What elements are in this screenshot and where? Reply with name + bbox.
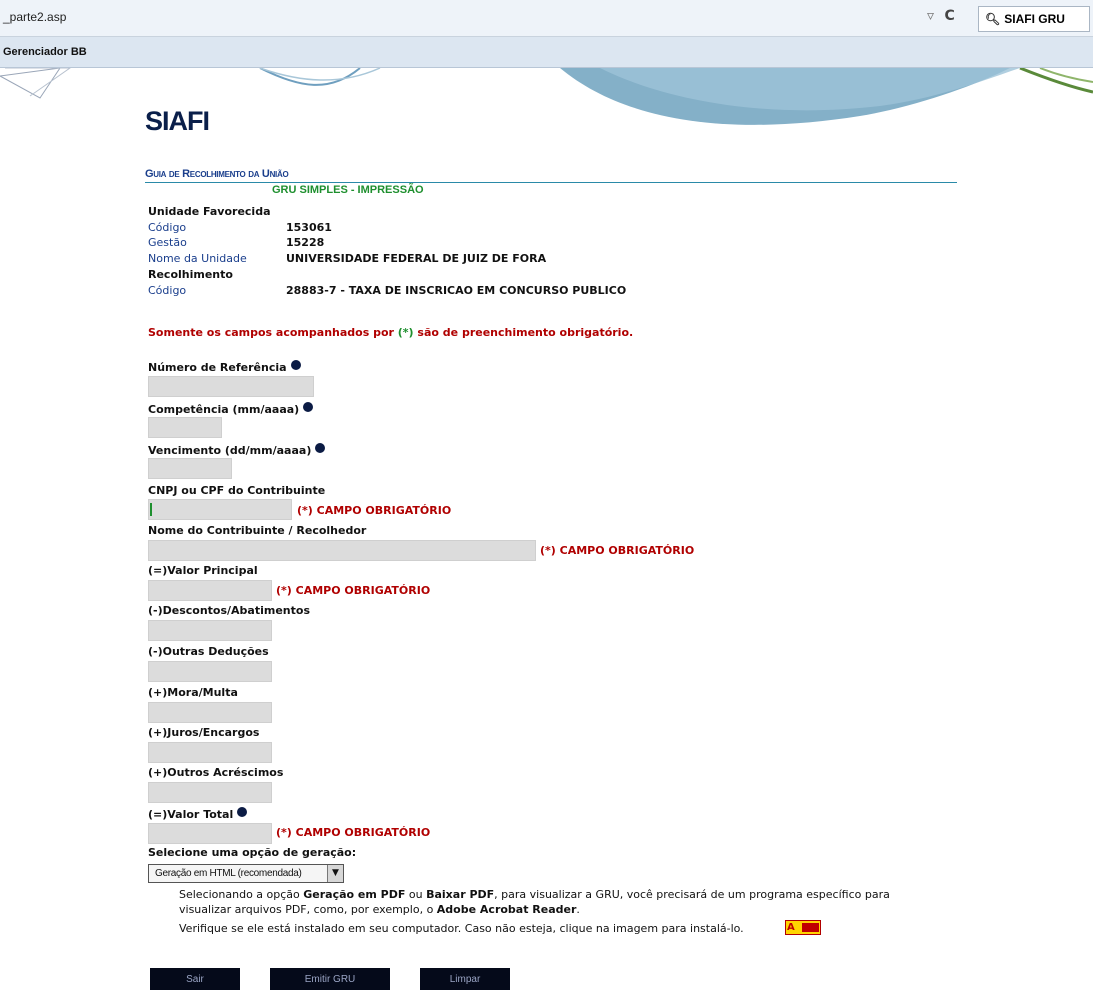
bookmarks-bar: Gerenciador BB: [0, 37, 1093, 68]
browser-search-box[interactable]: 🔍︎ SIAFI GRU: [978, 6, 1090, 32]
notice-asterisk: (*): [397, 326, 414, 339]
nome-contribuinte-label: Nome do Contribuinte / Recolhedor: [148, 524, 367, 537]
sair-button[interactable]: Sair: [150, 968, 240, 990]
gestao-value: 15228: [286, 236, 325, 249]
help-dot-icon[interactable]: [290, 360, 301, 370]
recolhimento-codigo-label: Código: [148, 284, 187, 297]
text-cursor: [150, 503, 152, 516]
dropdown-arrow-icon[interactable]: ▿: [927, 8, 934, 24]
bookmark-gerenciador-bb[interactable]: Gerenciador BB: [3, 46, 87, 58]
juros-encargos-input[interactable]: [148, 742, 272, 763]
required-marker: (*) CAMPO OBRIGATÓRIO: [540, 544, 695, 557]
geracao-label: Selecione uma opção de geração:: [148, 846, 357, 859]
info-line-1: Selecionando a opção Geração em PDF ou B…: [179, 888, 890, 901]
notice-text-before: Somente os campos acompanhados por: [148, 326, 398, 339]
vencimento-text: Vencimento (dd/mm/aaaa): [148, 444, 312, 457]
chevron-down-icon[interactable]: ▼: [327, 865, 343, 882]
descontos-label: (-)Descontos/Abatimentos: [148, 604, 311, 617]
help-dot-icon[interactable]: [315, 443, 326, 453]
numero-referencia-label: Número de Referência: [148, 360, 301, 374]
required-notice: Somente os campos acompanhados por (*) s…: [148, 326, 633, 339]
siafi-logo: SIAFI: [145, 106, 210, 136]
outros-acrescimos-input[interactable]: [148, 782, 272, 803]
competencia-text: Competência (mm/aaaa): [148, 403, 300, 416]
browser-toolbar: _parte2.asp ▿ C 🔍︎ SIAFI GRU: [0, 0, 1093, 37]
unidade-codigo-value: 153061: [286, 221, 332, 234]
unidade-heading: Unidade Favorecida: [148, 205, 271, 218]
notice-text-after: são de preenchimento obrigatório.: [413, 326, 634, 339]
vencimento-input[interactable]: [148, 458, 232, 479]
info-line-2: visualizar arquivos PDF, como, por exemp…: [179, 903, 580, 916]
descontos-input[interactable]: [148, 620, 272, 641]
search-text: SIAFI GRU: [1004, 12, 1065, 26]
required-marker: (*) CAMPO OBRIGATÓRIO: [276, 826, 431, 839]
outros-acrescimos-label: (+)Outros Acréscimos: [148, 766, 284, 779]
cnpj-cpf-input[interactable]: [148, 499, 292, 520]
adobe-reader-icon[interactable]: A: [785, 920, 821, 935]
competencia-input[interactable]: [148, 417, 222, 438]
title-divider: [145, 182, 957, 183]
help-dot-icon[interactable]: [237, 807, 248, 817]
valor-total-text: (=)Valor Total: [148, 808, 234, 821]
nome-unidade-label: Nome da Unidade: [148, 252, 247, 265]
address-bar-icons: ▿ C: [927, 8, 961, 24]
limpar-button[interactable]: Limpar: [420, 968, 510, 990]
required-marker: (*) CAMPO OBRIGATÓRIO: [297, 504, 452, 517]
page-subtitle: GRU SIMPLES - IMPRESSÃO: [272, 184, 424, 196]
outras-deducoes-input[interactable]: [148, 661, 272, 682]
required-marker: (*) CAMPO OBRIGATÓRIO: [276, 584, 431, 597]
recolhimento-codigo-value: 28883-7 - TAXA DE INSCRICAO EM CONCURSO …: [286, 284, 627, 297]
emitir-gru-button[interactable]: Emitir GRU: [270, 968, 390, 990]
juros-encargos-label: (+)Juros/Encargos: [148, 726, 260, 739]
outras-deducoes-label: (-)Outras Deduções: [148, 645, 269, 658]
geracao-selected-value: Geração em HTML (recomendada): [155, 868, 302, 879]
nome-unidade-value: UNIVERSIDADE FEDERAL DE JUIZ DE FORA: [286, 252, 547, 265]
unidade-codigo-label: Código: [148, 221, 187, 234]
address-bar[interactable]: _parte2.asp: [3, 10, 66, 24]
mora-multa-input[interactable]: [148, 702, 272, 723]
page-title: Guia de Recolhimento da União: [145, 168, 289, 180]
geracao-select[interactable]: Geração em HTML (recomendada) ▼: [148, 864, 344, 883]
info-line-3: Verifique se ele está instalado em seu c…: [179, 922, 744, 935]
valor-principal-input[interactable]: [148, 580, 272, 601]
vencimento-label: Vencimento (dd/mm/aaaa): [148, 443, 326, 457]
search-icon: 🔍︎: [985, 12, 1001, 26]
valor-principal-label: (=)Valor Principal: [148, 564, 258, 577]
numero-referencia-input[interactable]: [148, 376, 314, 397]
competencia-label: Competência (mm/aaaa): [148, 402, 314, 416]
nome-contribuinte-input[interactable]: [148, 540, 536, 561]
mora-multa-label: (+)Mora/Multa: [148, 686, 238, 699]
reload-icon[interactable]: C: [944, 8, 954, 24]
gestao-label: Gestão: [148, 236, 187, 249]
valor-total-label: (=)Valor Total: [148, 807, 248, 821]
recolhimento-heading: Recolhimento: [148, 268, 233, 281]
cnpj-cpf-label: CNPJ ou CPF do Contribuinte: [148, 484, 326, 497]
valor-total-input[interactable]: [148, 823, 272, 844]
numero-referencia-text: Número de Referência: [148, 361, 287, 374]
help-dot-icon[interactable]: [303, 402, 314, 412]
